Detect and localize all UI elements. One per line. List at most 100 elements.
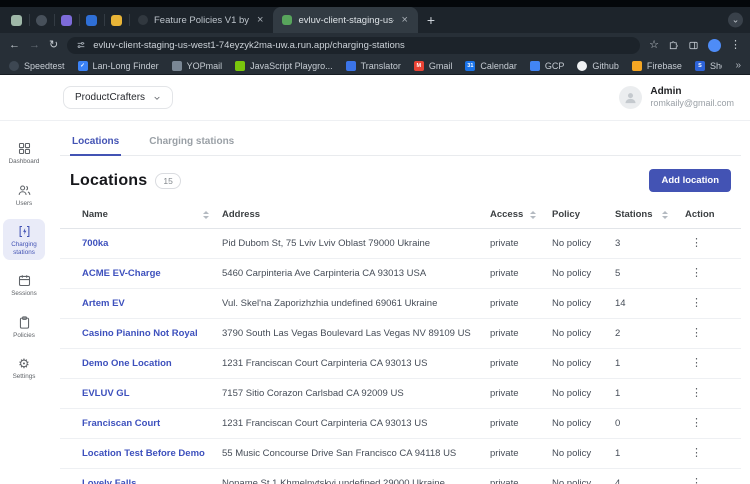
locations-table: Name Address Access Policy Stations Acti…: [60, 203, 741, 484]
bookmark-item[interactable]: Github: [577, 60, 619, 71]
sort-icon[interactable]: [203, 210, 209, 219]
table-row: ACME EV-Charge 5460 Carpinteria Ave Carp…: [60, 258, 741, 289]
policy-cell: No policy: [552, 258, 615, 289]
location-name-link[interactable]: 700ka: [82, 238, 108, 249]
row-actions-kebab-icon[interactable]: ⋮: [691, 387, 702, 399]
pinned-tab[interactable]: [104, 7, 129, 33]
row-actions-kebab-icon[interactable]: ⋮: [691, 357, 702, 369]
stations-cell: 1: [615, 378, 685, 409]
calendar-icon: [17, 273, 32, 288]
sidebar-item-sessions[interactable]: Sessions: [3, 268, 45, 302]
pinned-tab[interactable]: [54, 7, 79, 33]
tab-title: Feature Policies V1 by nahu...: [154, 14, 250, 26]
new-tab-button[interactable]: +: [427, 13, 435, 27]
pinned-tab[interactable]: [79, 7, 104, 33]
bookmark-item[interactable]: YOPmail: [171, 60, 222, 71]
row-actions-kebab-icon[interactable]: ⋮: [691, 477, 702, 484]
policy-cell: No policy: [552, 378, 615, 409]
bookmark-star-icon[interactable]: ☆: [649, 39, 659, 51]
bookmark-label: Lan-Long Finder: [92, 60, 159, 71]
browser-tab[interactable]: Feature Policies V1 by nahu... ×: [129, 7, 273, 33]
location-name-link[interactable]: Location Test Before Demo: [82, 448, 205, 459]
tab-favicon: [138, 15, 148, 25]
row-actions-kebab-icon[interactable]: ⋮: [691, 267, 702, 279]
tab-favicon: [282, 15, 293, 25]
forward-icon[interactable]: →: [29, 39, 40, 51]
location-name-link[interactable]: Casino Pianino Not Royal: [82, 328, 198, 339]
bookmark-item[interactable]: 31 Calendar: [465, 60, 517, 71]
bookmark-favicon: [171, 60, 182, 71]
sort-icon[interactable]: [662, 210, 668, 219]
bookmark-item[interactable]: Translator: [345, 60, 401, 71]
row-actions-kebab-icon[interactable]: ⋮: [691, 417, 702, 429]
location-name-link[interactable]: Artem EV: [82, 298, 125, 309]
sidebar-label: Sessions: [11, 290, 37, 298]
sort-icon[interactable]: [530, 210, 536, 219]
access-cell: private: [490, 288, 552, 319]
access-cell: private: [490, 348, 552, 379]
bookmarks-overflow-icon[interactable]: »: [735, 60, 741, 71]
person-icon: [625, 93, 636, 104]
org-switcher[interactable]: ProductCrafters: [63, 86, 174, 109]
tab-locations[interactable]: Locations: [70, 129, 122, 156]
sidebar-label: Users: [15, 199, 33, 207]
location-name-link[interactable]: Franciscan Court: [82, 418, 160, 429]
side-panel-icon[interactable]: [688, 40, 699, 51]
back-icon[interactable]: ←: [9, 39, 20, 51]
bookmark-item[interactable]: GCP: [529, 60, 564, 71]
browser-tab[interactable]: evluv-client-staging-us-wes... ×: [273, 7, 418, 33]
tab-search-chevron-icon[interactable]: ⌄: [728, 12, 743, 28]
profile-avatar[interactable]: [708, 38, 721, 52]
location-name-link[interactable]: Demo One Location: [82, 358, 172, 369]
location-name-link[interactable]: Lovely Falls: [82, 478, 136, 484]
column-label: Stations: [615, 209, 653, 220]
bookmark-item[interactable]: Firebase: [631, 60, 682, 71]
user-menu[interactable]: Admin romkaily@gmail.com: [619, 85, 734, 110]
table-row: Lovely Falls Noname St 1 Khmelnytskyi un…: [60, 468, 741, 484]
pinned-tab-icon: [86, 14, 97, 26]
column-header-access[interactable]: Access: [490, 203, 552, 229]
row-actions-kebab-icon[interactable]: ⋮: [691, 237, 702, 249]
pinned-tabs: [4, 7, 129, 33]
tab-close-icon[interactable]: ×: [400, 14, 408, 26]
row-actions-kebab-icon[interactable]: ⋮: [691, 327, 702, 339]
user-name: Admin: [650, 86, 682, 98]
pinned-tab[interactable]: [29, 7, 54, 33]
tab-charging-stations[interactable]: Charging stations: [147, 129, 236, 156]
bookmark-item[interactable]: M Gmail: [413, 60, 453, 71]
site-settings-tune-icon[interactable]: [76, 40, 86, 50]
bookmark-item[interactable]: JavaScript Playgro...: [235, 60, 333, 71]
bookmark-item[interactable]: Speedtest: [9, 60, 65, 71]
pinned-tab[interactable]: [4, 7, 29, 33]
column-header-name[interactable]: Name: [60, 203, 222, 229]
location-name-link[interactable]: ACME EV-Charge: [82, 268, 161, 279]
bookmark-item[interactable]: S Shortcut: [694, 60, 722, 71]
row-actions-kebab-icon[interactable]: ⋮: [691, 447, 702, 459]
sidebar-item-charging-stations[interactable]: Charging stations: [3, 219, 45, 261]
bookmark-label: Gmail: [428, 60, 453, 71]
reload-icon[interactable]: ↻: [49, 39, 58, 51]
app-header: ProductCrafters Admin romkaily@gmail.com: [0, 75, 750, 121]
row-actions-kebab-icon[interactable]: ⋮: [691, 297, 702, 309]
add-location-button[interactable]: Add location: [649, 169, 731, 192]
extensions-icon[interactable]: [668, 40, 679, 51]
tab-strip: Feature Policies V1 by nahu... × evluv-c…: [0, 7, 750, 33]
address-cell: Vul. Skel'na Zaporizhzhia undefined 6906…: [222, 288, 490, 319]
bookmark-label: Github: [592, 60, 619, 71]
sidebar-item-policies[interactable]: Policies: [3, 310, 45, 344]
column-header-stations[interactable]: Stations: [615, 203, 685, 229]
bookmark-item[interactable]: ✓ Lan-Long Finder: [77, 60, 159, 71]
sidebar-item-settings[interactable]: ⚙ Settings: [3, 351, 45, 385]
browser-toolbar: ← → ↻ evluv-client-staging-us-west1-74ey…: [0, 33, 750, 57]
sidebar-item-users[interactable]: Users: [3, 178, 45, 212]
tab-close-icon[interactable]: ×: [256, 14, 264, 26]
column-label: Name: [82, 209, 108, 220]
address-cell: 5460 Carpinteria Ave Carpinteria CA 9301…: [222, 258, 490, 289]
address-bar[interactable]: evluv-client-staging-us-west1-74eyzyk2ma…: [67, 36, 641, 54]
tab-title: evluv-client-staging-us-wes...: [298, 14, 394, 26]
browser-menu-kebab-icon[interactable]: ⋮: [730, 39, 741, 51]
location-name-link[interactable]: EVLUV GL: [82, 388, 130, 399]
column-header-action: Action: [685, 203, 741, 229]
sidebar-item-dashboard[interactable]: Dashboard: [3, 136, 45, 170]
toolbar-right-icons: ☆ ⋮: [649, 38, 741, 52]
